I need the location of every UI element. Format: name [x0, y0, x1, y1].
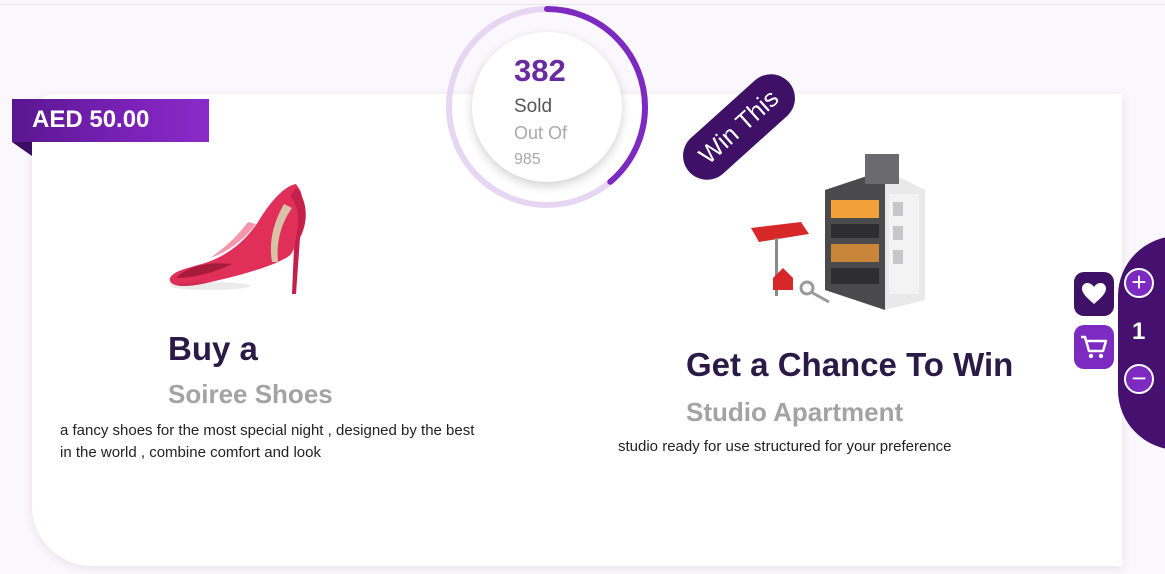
out-of-label: Out Of [514, 123, 568, 143]
buy-heading: Buy a [168, 330, 258, 367]
heart-icon [1082, 283, 1106, 304]
favorite-button[interactable] [1074, 272, 1114, 316]
add-to-cart-button[interactable] [1074, 325, 1114, 369]
cart-icon [1081, 335, 1108, 359]
sold-counter: 382 Sold Out Of 985 [445, 5, 649, 209]
price-ribbon: AED 50.00 [12, 99, 209, 142]
product-name: Soiree Shoes [168, 379, 333, 409]
quantity-minus-button[interactable]: − [1124, 364, 1154, 394]
win-heading: Get a Chance To Win [686, 346, 1014, 383]
price-ribbon-fold [12, 142, 32, 156]
high-heel-shoe-image [169, 184, 306, 294]
apartment-building-image [751, 154, 925, 310]
product-description: a fancy shoes for the most special night… [60, 422, 475, 461]
quantity-plus-button[interactable]: + [1124, 268, 1154, 298]
prize-description: studio ready for use structured for your… [618, 438, 952, 455]
sold-count: 382 [514, 53, 566, 88]
quantity-value: 1 [1132, 318, 1146, 345]
prize-name: Studio Apartment [686, 397, 904, 427]
sold-label: Sold [514, 96, 553, 117]
total-count: 985 [514, 151, 541, 168]
